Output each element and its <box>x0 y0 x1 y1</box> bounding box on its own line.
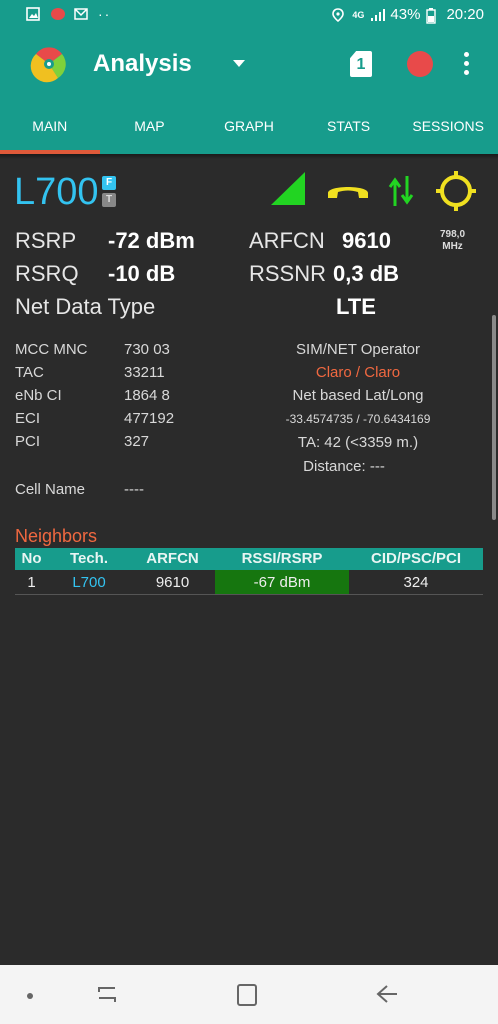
net-type-value: LTE <box>336 294 376 319</box>
row-tech: L700 <box>72 574 106 591</box>
tab-graph[interactable]: GRAPH <box>199 100 299 154</box>
app-logo-icon <box>28 42 70 84</box>
mcc-mnc-label: MCC MNC <box>15 341 88 358</box>
tag-f-badge: F <box>102 176 116 190</box>
enb-value: 1864 8 <box>124 387 170 404</box>
ta-value: TA: 42 (<3359 m.) <box>297 434 419 451</box>
pci-value: 327 <box>124 433 150 450</box>
call-state-icon <box>325 179 371 201</box>
app-bar: Analysis 1 <box>0 30 498 100</box>
home-button[interactable] <box>237 984 257 1006</box>
neighbors-title: Neighbors <box>15 526 98 546</box>
signal-strength-icon <box>269 170 307 207</box>
row-cid: 324 <box>403 574 429 591</box>
frequency-value: 798,0 <box>440 229 466 240</box>
tac-label: TAC <box>15 364 44 381</box>
mail-notification-icon <box>74 7 88 21</box>
cell-signal-icon <box>370 8 386 22</box>
rssnr-label: RSSNR <box>249 261 327 286</box>
data-activity-icon <box>388 174 414 208</box>
app-title[interactable]: Analysis <box>93 50 192 78</box>
gps-fix-icon <box>434 169 478 213</box>
col-rssi: RSSI/RSRP <box>241 550 323 567</box>
battery-icon <box>426 7 440 24</box>
tab-sessions[interactable]: SESSIONS <box>398 100 498 154</box>
rsrp-label: RSRP <box>15 228 77 253</box>
tag-t-badge: T <box>102 193 116 207</box>
serving-tech: L700 <box>14 171 99 213</box>
more-options-icon[interactable] <box>464 52 470 79</box>
table-header: No Tech. ARFCN RSSI/RSRP CID/PSC/PCI <box>15 548 483 570</box>
arfcn-label: ARFCN <box>249 228 325 253</box>
tac-value: 33211 <box>124 364 165 381</box>
row-arfcn: 9610 <box>155 574 190 591</box>
latlong-value: -33.4574735 / -70.6434169 <box>285 412 431 426</box>
tab-bar: MAIN MAP GRAPH STATS SESSIONS <box>0 100 498 154</box>
eci-value: 477192 <box>124 410 175 427</box>
status-bar: ·· 4G 43% 20:20 <box>0 0 498 30</box>
scrollbar[interactable] <box>492 315 496 520</box>
more-notifications-icon: ·· <box>98 6 112 22</box>
network-type: 4G <box>352 9 365 20</box>
nav-dot-icon[interactable] <box>27 993 33 999</box>
row-rssi: -67 dBm <box>215 570 349 594</box>
rsrq-label: RSRQ <box>15 261 79 286</box>
latlong-label: Net based Lat/Long <box>292 387 424 404</box>
table-row[interactable]: 1 L700 9610 -67 dBm 324 <box>15 570 483 595</box>
col-arfcn: ARFCN <box>146 550 199 567</box>
tab-stats[interactable]: STATS <box>299 100 399 154</box>
sim-card-icon[interactable]: 1 <box>350 51 372 77</box>
enb-label: eNb CI <box>15 387 62 404</box>
rsrp-value: -72 dBm <box>108 228 195 253</box>
col-tech: Tech. <box>69 550 109 567</box>
operator-label: SIM/NET Operator <box>296 341 420 358</box>
cell-name-label: Cell Name <box>15 481 86 498</box>
frequency-unit: MHz <box>442 241 463 252</box>
row-no: 1 <box>27 574 36 591</box>
system-nav-bar <box>0 965 498 1024</box>
col-cid: CID/PSC/PCI <box>370 550 461 567</box>
app-notification-icon <box>50 7 65 21</box>
cell-name-value: ---- <box>124 481 144 498</box>
frequency-readout: 798,0 MHz <box>440 229 465 253</box>
main-content: L700 F T RSRP -72 dBm ARFCN 9610 798,0 M… <box>0 159 498 965</box>
neighbors-table: No Tech. ARFCN RSSI/RSRP CID/PSC/PCI 1 L… <box>15 548 483 595</box>
net-type-label: Net Data Type <box>15 294 156 319</box>
operator-value: Claro / Claro <box>315 364 401 381</box>
distance-value: Distance: --- <box>303 458 385 475</box>
mcc-mnc-value: 730 03 <box>124 341 170 358</box>
pci-label: PCI <box>15 433 41 450</box>
chevron-down-icon[interactable] <box>233 60 245 67</box>
rssnr-value: 0,3 dB <box>333 261 400 286</box>
arfcn-value: 9610 <box>342 228 391 253</box>
gallery-notification-icon <box>26 7 40 21</box>
recent-apps-icon[interactable] <box>96 985 118 1005</box>
rsrq-value: -10 dB <box>108 261 176 286</box>
back-icon[interactable] <box>375 983 399 1005</box>
col-no: No <box>21 550 42 567</box>
tab-map[interactable]: MAP <box>100 100 200 154</box>
record-button[interactable] <box>407 51 433 77</box>
battery-percent: 43% <box>390 6 421 23</box>
eci-label: ECI <box>15 410 41 427</box>
location-icon <box>332 7 346 22</box>
clock: 20:20 <box>446 6 484 23</box>
tab-main[interactable]: MAIN <box>0 100 100 154</box>
